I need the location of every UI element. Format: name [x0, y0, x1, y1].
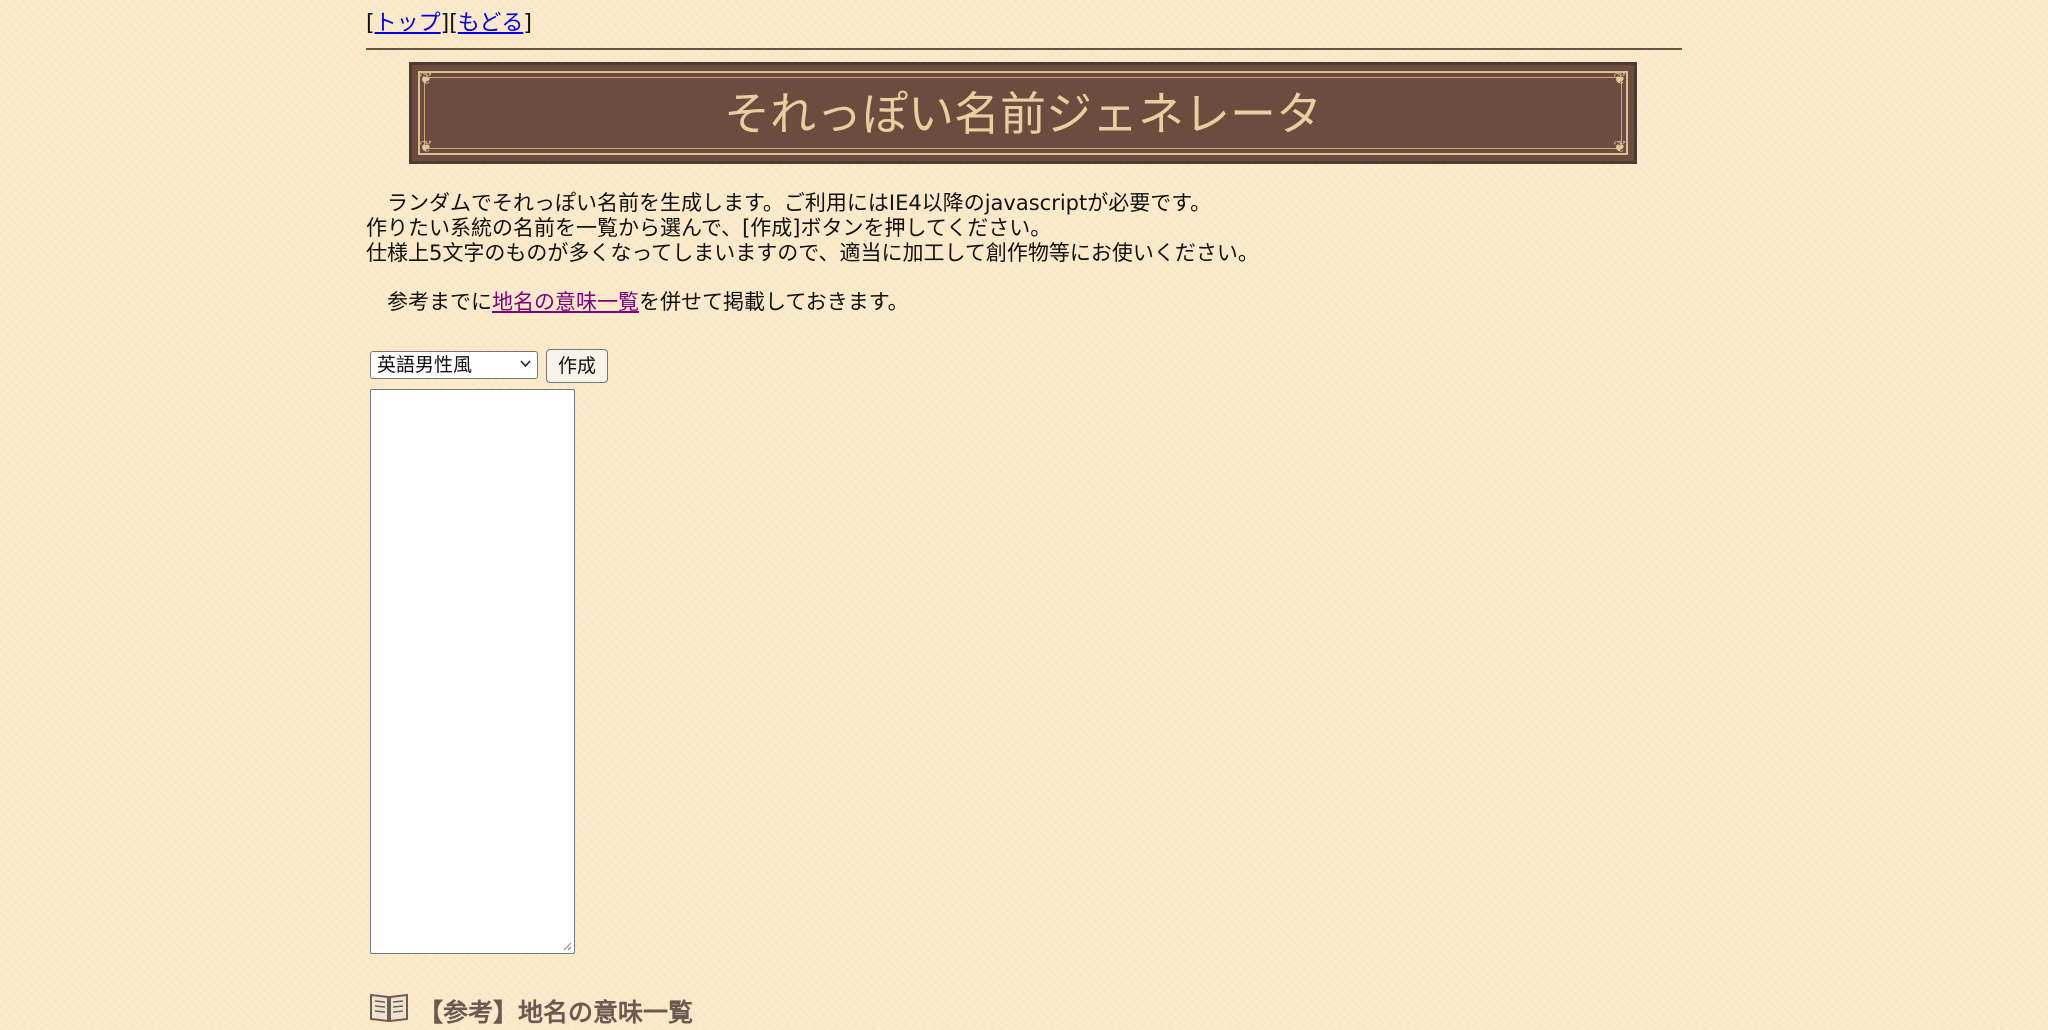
intro-line-3: 仕様上5文字のものが多くなってしまいますので、適当に加工して創作物等にお使いくだ… [366, 241, 1259, 265]
ornament-icon: ❦ [419, 69, 433, 88]
header-divider [366, 48, 1682, 50]
intro-text: ランダムでそれっぽい名前を生成します。ご利用にはIE4以降のjavascript… [366, 191, 1259, 266]
reference-line: 参考までに地名の意味一覧を併せて掲載しておきます。 [366, 290, 909, 315]
nav-bracket-close: ] [523, 11, 532, 36]
top-navigation: [トップ][もどる] [366, 10, 532, 38]
top-link[interactable]: トップ [375, 11, 441, 36]
intro-line-1: ランダムでそれっぽい名前を生成します。ご利用にはIE4以降のjavascript… [366, 191, 1212, 215]
select-value: 英語男性風 [377, 354, 473, 376]
name-type-select[interactable]: 英語男性風 [370, 351, 538, 379]
output-textarea[interactable] [370, 389, 575, 954]
intro-line-2: 作りたい系統の名前を一覧から選んで、[作成]ボタンを押してください。 [366, 216, 1052, 240]
nav-bracket-middle: ][ [440, 11, 458, 36]
back-link[interactable]: もどる [458, 11, 524, 36]
title-banner: ❦ ❦ ❦ ❦ それっぽい名前ジェネレータ [409, 62, 1637, 164]
reference-suffix: を併せて掲載しておきます。 [639, 290, 909, 314]
page-title: それっぽい名前ジェネレータ [724, 87, 1322, 141]
resize-handle-icon[interactable] [563, 942, 572, 951]
ornament-icon: ❦ [1613, 69, 1627, 88]
create-button[interactable]: 作成 [546, 349, 608, 383]
chevron-down-icon [520, 360, 531, 368]
reference-link[interactable]: 地名の意味一覧 [492, 290, 639, 314]
reference-prefix: 参考までに [366, 290, 492, 314]
book-icon [370, 993, 408, 1023]
nav-bracket-open: [ [366, 11, 375, 36]
